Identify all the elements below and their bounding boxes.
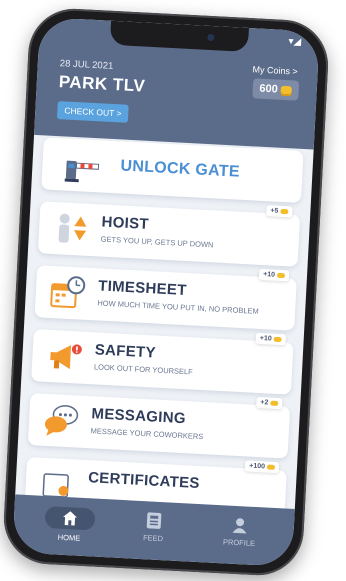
calendar-clock-icon bbox=[50, 276, 86, 309]
gate-barrier-icon bbox=[64, 160, 100, 183]
card-subtitle: LOOK OUT FOR YOURSELF bbox=[93, 362, 194, 377]
card-subtitle: HOW MUCH TIME YOU PUT IN, NO PROBLEM bbox=[97, 298, 260, 316]
tab-label: FEED bbox=[142, 533, 164, 544]
coin-icon bbox=[280, 85, 292, 95]
coin-icon bbox=[270, 400, 279, 406]
card-title: TIMESHEET bbox=[97, 277, 188, 300]
card-subtitle: GETS YOU UP, GETS UP DOWN bbox=[100, 234, 214, 250]
profile-icon bbox=[232, 518, 247, 534]
timesheet-card[interactable]: +10 TIMESHEET HOW MUCH TIME YOU PUT IN, … bbox=[34, 265, 297, 331]
coins-balance[interactable]: 600 bbox=[251, 78, 300, 101]
tab-label: HOME bbox=[57, 532, 81, 543]
chat-bubbles-icon bbox=[44, 405, 79, 436]
date-label: 28 JUL 2021 bbox=[59, 58, 114, 72]
tab-profile[interactable]: PROFILE bbox=[203, 514, 277, 549]
card-title: SAFETY bbox=[94, 341, 157, 362]
phone-frame: ▾◢ 28 JUL 2021 PARK TLV CHECK OUT > My C… bbox=[1, 6, 331, 578]
card-title: UNLOCK GATE bbox=[120, 157, 241, 181]
site-name: PARK TLV bbox=[58, 72, 146, 96]
card-title: HOIST bbox=[101, 213, 150, 233]
reward-badge: +2 bbox=[256, 396, 283, 410]
coin-icon bbox=[266, 464, 276, 470]
reward-badge: +5 bbox=[266, 205, 293, 218]
card-subtitle: MESSAGE YOUR COWORKERS bbox=[90, 426, 204, 442]
check-out-button[interactable]: CHECK OUT > bbox=[56, 101, 129, 123]
app-screen: ▾◢ 28 JUL 2021 PARK TLV CHECK OUT > My C… bbox=[12, 17, 320, 567]
coin-icon bbox=[276, 272, 286, 278]
unlock-gate-card[interactable]: UNLOCK GATE bbox=[41, 137, 304, 203]
home-icon bbox=[63, 511, 78, 526]
my-coins-link[interactable]: My Coins > bbox=[252, 64, 298, 76]
tab-home[interactable]: HOME bbox=[33, 505, 107, 544]
reward-badge: +100 bbox=[244, 460, 280, 474]
tab-feed[interactable]: FEED bbox=[117, 510, 191, 545]
tab-highlight bbox=[44, 505, 96, 531]
safety-card[interactable]: +10 SAFETY LOOK OUT FOR YOURSELF bbox=[31, 329, 294, 395]
card-title: MESSAGING bbox=[91, 405, 187, 428]
coin-icon bbox=[280, 208, 289, 214]
card-title: CERTIFICATES bbox=[87, 469, 201, 493]
coins-value: 600 bbox=[259, 82, 279, 96]
megaphone-icon bbox=[50, 344, 82, 370]
reward-badge: +10 bbox=[258, 268, 290, 282]
hoist-worker-icon bbox=[58, 213, 87, 243]
coin-icon bbox=[273, 336, 282, 342]
hoist-card[interactable]: +5 HOIST GETS YOU UP, GETS UP DOWN bbox=[37, 201, 301, 267]
messaging-card[interactable]: +2 MESSAGING MESSAGE YOUR COWORKERS bbox=[27, 393, 291, 459]
feature-list: UNLOCK GATE +5 HOIST GETS YOU UP, GETS U… bbox=[24, 137, 304, 534]
reward-badge: +10 bbox=[255, 332, 286, 346]
camera-icon bbox=[207, 33, 215, 42]
tab-label: PROFILE bbox=[222, 537, 256, 548]
status-bar-icons: ▾◢ bbox=[288, 36, 302, 48]
feed-icon bbox=[146, 512, 162, 529]
